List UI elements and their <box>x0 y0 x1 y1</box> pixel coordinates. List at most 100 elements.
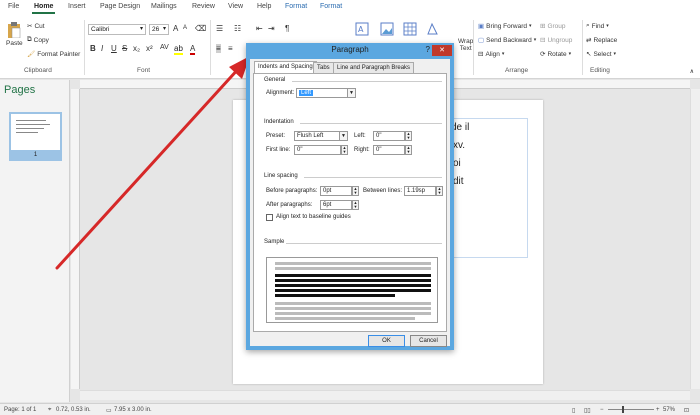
between-lines-spinner[interactable]: ▲ ▼ <box>436 186 443 196</box>
zoom-slider[interactable] <box>608 409 654 410</box>
sample-line <box>275 294 395 297</box>
left-indent-spinner[interactable]: ▲ ▼ <box>405 131 412 141</box>
paste-button[interactable]: Paste <box>6 22 23 47</box>
underline-button[interactable]: U <box>111 44 117 53</box>
two-page-view-icon[interactable]: ▯▯ <box>584 407 591 414</box>
replace-button[interactable]: ⇄ Replace <box>586 36 617 45</box>
before-paragraphs-spinner[interactable]: ▲ ▼ <box>352 186 359 196</box>
align-left-icon[interactable]: ≡ <box>216 44 221 53</box>
baseline-guides-checkbox[interactable] <box>266 214 273 221</box>
alignment-label: Alignment: <box>266 90 295 96</box>
cancel-button[interactable]: Cancel <box>410 335 447 347</box>
right-indent-field[interactable]: 0" <box>373 145 405 155</box>
tab-home[interactable]: Home <box>31 3 56 14</box>
strikethrough-button[interactable]: S <box>122 44 127 53</box>
zoom-slider-thumb[interactable] <box>622 406 624 413</box>
font-name-combo[interactable]: Calibri <box>88 24 146 35</box>
highlight-button[interactable]: ab <box>174 44 183 55</box>
bring-forward-button[interactable]: ▣ Bring Forward ▾ <box>478 22 532 31</box>
tab-view[interactable]: View <box>228 3 243 10</box>
vertical-scrollbar[interactable] <box>690 89 700 389</box>
chevron-down-icon: ▼ <box>347 89 355 97</box>
grow-font-button[interactable]: A <box>173 24 178 33</box>
zoom-out-button[interactable]: − <box>600 407 604 413</box>
align-icon: ⊟ <box>478 51 484 58</box>
align-center-icon[interactable]: ≡ <box>228 44 233 53</box>
character-spacing-button[interactable]: AV <box>160 44 169 51</box>
preset-select[interactable]: Flush Left ▼ <box>294 131 348 141</box>
first-line-field[interactable]: 0" <box>294 145 341 155</box>
tab-review[interactable]: Review <box>192 3 215 10</box>
before-paragraphs-field[interactable]: 0pt <box>320 186 352 196</box>
cut-button[interactable]: ✂ Cut <box>27 22 45 31</box>
after-paragraphs-spinner[interactable]: ▲ ▼ <box>352 200 359 210</box>
decrease-indent-icon[interactable]: ⇤ <box>256 24 263 33</box>
bold-button[interactable]: B <box>90 44 96 53</box>
search-icon: ⌕ <box>586 22 590 29</box>
thumbnail-line <box>16 128 44 129</box>
zoom-level[interactable]: 57% <box>663 407 675 413</box>
alignment-select[interactable]: Left ▼ <box>296 88 356 98</box>
ungroup-button[interactable]: ⊟ Ungroup <box>540 36 572 45</box>
document-text-line: xv. <box>453 140 466 151</box>
tab-format-2[interactable]: Format <box>320 3 342 10</box>
shrink-font-button[interactable]: A <box>183 25 187 31</box>
copy-button[interactable]: ⧉ Copy <box>27 36 49 44</box>
dialog-title: Paragraph <box>331 45 369 54</box>
clear-format-button[interactable]: ⌫ <box>195 24 206 33</box>
right-indent-spinner[interactable]: ▲ ▼ <box>405 145 412 155</box>
table-icon[interactable] <box>403 22 417 36</box>
increase-indent-icon[interactable]: ⇥ <box>268 24 275 33</box>
ok-button[interactable]: OK <box>368 335 405 347</box>
left-indent-field[interactable]: 0" <box>373 131 405 141</box>
rotate-button[interactable]: ⟳ Rotate ▾ <box>540 50 571 59</box>
page-count-status[interactable]: Page: 1 of 1 <box>4 407 36 413</box>
fit-page-icon[interactable]: ⊡ <box>684 407 689 414</box>
sample-preview <box>266 257 438 323</box>
text-box-icon[interactable]: A <box>355 22 369 36</box>
select-button[interactable]: ↖ Select ▾ <box>586 50 616 59</box>
format-painter-button[interactable]: 🖌 Format Painter <box>27 50 80 59</box>
align-button[interactable]: ⊟ Align ▾ <box>478 50 504 59</box>
tab-help[interactable]: Help <box>257 3 271 10</box>
picture-icon[interactable] <box>380 22 394 36</box>
wrap-text-button[interactable]: Wrap Text <box>458 38 473 52</box>
page-thumbnail[interactable] <box>9 112 62 152</box>
find-button[interactable]: ⌕ Find ▾ <box>586 22 609 30</box>
help-button[interactable]: ? <box>426 45 430 54</box>
tab-indents-and-spacing[interactable]: Indents and Spacing <box>254 61 317 73</box>
horizontal-scrollbar[interactable] <box>80 390 690 400</box>
tab-tabs[interactable]: Tabs <box>313 62 334 73</box>
zoom-in-button[interactable]: + <box>656 407 660 413</box>
shapes-icon[interactable] <box>425 22 439 36</box>
cursor-position-status: 0.72, 0.53 in. <box>56 407 91 413</box>
font-size-combo[interactable]: 26 <box>149 24 169 35</box>
tab-line-and-paragraph-breaks[interactable]: Line and Paragraph Breaks <box>333 62 415 73</box>
bullets-icon[interactable]: ☰ <box>216 24 223 33</box>
clipboard-group-label: Clipboard <box>24 67 52 74</box>
superscript-button[interactable]: x² <box>146 44 153 53</box>
tab-format-1[interactable]: Format <box>285 3 307 10</box>
tab-insert[interactable]: Insert <box>68 3 86 10</box>
sample-line <box>275 284 431 287</box>
tab-file[interactable]: File <box>8 3 19 10</box>
pilcrow-icon[interactable]: ¶ <box>285 24 289 33</box>
send-backward-button[interactable]: ▢ Send Backward ▾ <box>478 36 536 45</box>
close-button[interactable]: ✕ <box>432 45 452 56</box>
first-line-spinner[interactable]: ▲ ▼ <box>341 145 348 155</box>
single-page-view-icon[interactable]: ▯ <box>572 407 575 414</box>
preset-label: Preset: <box>266 133 286 139</box>
numbering-icon[interactable]: ☷ <box>234 24 241 33</box>
font-color-button[interactable]: A <box>190 44 196 55</box>
subscript-button[interactable]: x₂ <box>133 44 140 53</box>
after-paragraphs-field[interactable]: 6pt <box>320 200 352 210</box>
thumbnail-line <box>16 124 50 125</box>
tab-mailings[interactable]: Mailings <box>151 3 177 10</box>
italic-button[interactable]: I <box>101 44 103 53</box>
group-icon: ⊞ <box>540 23 546 30</box>
group-button[interactable]: ⊞ Group <box>540 22 566 31</box>
between-lines-field[interactable]: 1.19sp <box>404 186 436 196</box>
tab-page-design[interactable]: Page Design <box>100 3 140 10</box>
collapse-ribbon-icon[interactable]: ∧ <box>690 68 694 75</box>
paragraph-dialog: Paragraph ? ✕ Indents and Spacing Tabs L… <box>246 43 454 350</box>
